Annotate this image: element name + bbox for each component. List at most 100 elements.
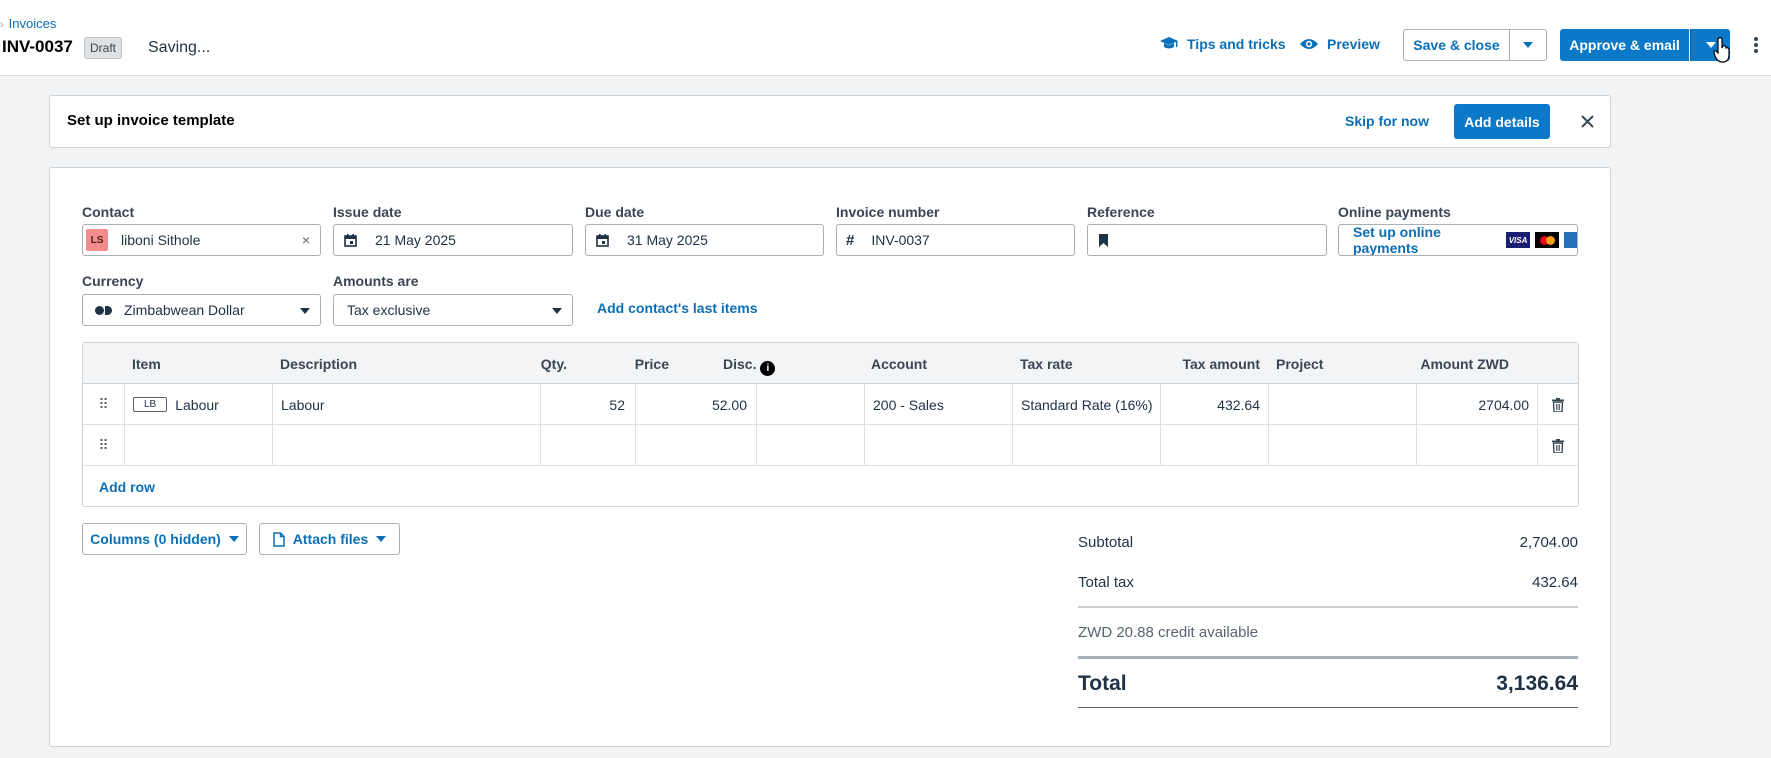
- trash-icon: [1552, 397, 1564, 412]
- account-cell[interactable]: [864, 425, 1012, 466]
- skip-for-now-link[interactable]: Skip for now: [1345, 113, 1429, 129]
- account-cell[interactable]: 200 - Sales: [864, 384, 1012, 425]
- banner-title: Set up invoice template: [67, 112, 235, 129]
- add-last-items-link[interactable]: Add contact's last items: [597, 300, 757, 316]
- columns-button[interactable]: Columns (0 hidden): [82, 523, 247, 555]
- currency-label: Currency: [82, 273, 144, 289]
- delete-row-button[interactable]: [1537, 425, 1578, 466]
- breadcrumb-invoices[interactable]: Invoices: [9, 16, 57, 31]
- visa-icon: VISA: [1506, 232, 1531, 248]
- amount-cell[interactable]: 2704.00: [1416, 384, 1537, 425]
- description-cell[interactable]: [272, 425, 540, 466]
- line-items-table: Item Description Qty. Price Disc. i Acco…: [82, 342, 1579, 507]
- total-value: 3,136.64: [1496, 672, 1578, 695]
- preview-label: Preview: [1327, 36, 1380, 52]
- currency-value: Zimbabwean Dollar: [124, 302, 245, 318]
- file-icon: [273, 531, 285, 547]
- contact-field[interactable]: LS liboni Sithole ×: [82, 224, 321, 256]
- col-account: Account: [871, 356, 927, 372]
- chevron-down-icon: [300, 308, 310, 314]
- graduation-cap-icon: [1160, 37, 1178, 49]
- hash-icon: #: [846, 231, 855, 249]
- attach-files-button[interactable]: Attach files: [259, 523, 400, 555]
- online-payments-field[interactable]: Set up online payments VISA: [1338, 224, 1578, 256]
- preview-link[interactable]: Preview: [1299, 36, 1380, 52]
- reference-field[interactable]: [1087, 224, 1327, 256]
- credit-available: ZWD 20.88 credit available: [1078, 624, 1259, 641]
- trash-icon: [1552, 438, 1564, 453]
- saving-status: Saving...: [148, 39, 211, 56]
- col-item: Item: [132, 356, 161, 372]
- description-cell[interactable]: Labour: [272, 384, 540, 425]
- delete-row-button[interactable]: [1537, 384, 1578, 425]
- qty-cell[interactable]: [540, 425, 635, 466]
- tax-rate-cell[interactable]: Standard Rate (16%): [1012, 384, 1160, 425]
- disc-cell[interactable]: [756, 425, 864, 466]
- item-cell[interactable]: [124, 425, 272, 466]
- chevron-down-icon: [1523, 42, 1533, 48]
- item-code: LB: [133, 397, 168, 412]
- amount-cell[interactable]: [1416, 425, 1537, 466]
- page-title: INV-0037: [2, 37, 73, 56]
- issue-date-field[interactable]: 21 May 2025: [333, 224, 573, 256]
- chevron-down-icon: [228, 536, 239, 542]
- setup-online-payments-link[interactable]: Set up online payments: [1353, 225, 1498, 255]
- qty-cell[interactable]: 52: [540, 384, 635, 425]
- subtotal-row: Subtotal 2,704.00: [1078, 534, 1578, 551]
- close-icon[interactable]: [1581, 115, 1594, 128]
- drag-handle-icon[interactable]: ⠿: [83, 425, 124, 466]
- currency-select[interactable]: Zimbabwean Dollar: [82, 294, 321, 326]
- amex-icon: [1564, 232, 1577, 248]
- chevron-right-icon: ›: [0, 19, 4, 31]
- disc-cell[interactable]: [756, 384, 864, 425]
- info-icon[interactable]: i: [760, 361, 776, 376]
- total-label: Total: [1078, 672, 1127, 695]
- col-disc-label: Disc.: [723, 356, 757, 372]
- amounts-are-value: Tax exclusive: [347, 302, 431, 318]
- tips-link[interactable]: Tips and tricks: [1159, 36, 1286, 52]
- due-date-value: 31 May 2025: [627, 232, 708, 248]
- add-row-link[interactable]: Add row: [99, 479, 155, 495]
- grand-total-row: Total 3,136.64: [1078, 672, 1578, 696]
- table-row: ⠿ LB Labour Labour 52 52.00 200 - Sales …: [83, 384, 1578, 425]
- reference-label: Reference: [1087, 204, 1155, 220]
- add-details-button[interactable]: Add details: [1454, 104, 1550, 139]
- table-row: ⠿: [83, 425, 1578, 466]
- item-name: Labour: [175, 396, 219, 413]
- due-date-field[interactable]: 31 May 2025: [585, 224, 824, 256]
- drag-handle-icon[interactable]: ⠿: [83, 384, 124, 425]
- calendar-icon: [596, 233, 609, 247]
- tax-amount-cell[interactable]: 432.64: [1160, 384, 1268, 425]
- col-disc: Disc. i: [723, 356, 776, 376]
- col-tax-rate: Tax rate: [1020, 356, 1073, 372]
- subtotal-label: Subtotal: [1078, 534, 1134, 551]
- approve-email-button[interactable]: Approve & email: [1560, 29, 1689, 61]
- amounts-are-label: Amounts are: [333, 273, 419, 289]
- invoice-number-value: INV-0037: [871, 232, 930, 248]
- item-cell[interactable]: LB Labour: [124, 384, 272, 425]
- breadcrumb[interactable]: › Invoices: [0, 16, 56, 31]
- price-cell[interactable]: [635, 425, 756, 466]
- calendar-icon: [344, 233, 357, 247]
- invoice-number-label: Invoice number: [836, 204, 940, 220]
- more-options-icon[interactable]: [1754, 37, 1760, 53]
- top-bar: › Invoices INV-0037 Draft Saving... Tips …: [0, 0, 1771, 76]
- tax-rate-cell[interactable]: [1012, 425, 1160, 466]
- project-cell[interactable]: [1268, 384, 1416, 425]
- col-qty: Qty.: [540, 356, 567, 372]
- clear-icon[interactable]: ×: [302, 232, 310, 248]
- bookmark-icon: [1099, 233, 1108, 247]
- invoice-number-field[interactable]: # INV-0037: [836, 224, 1075, 256]
- issue-date-value: 21 May 2025: [375, 232, 456, 248]
- col-price: Price: [634, 356, 669, 372]
- save-options-button[interactable]: [1509, 29, 1547, 61]
- project-cell[interactable]: [1268, 425, 1416, 466]
- eye-icon: [1300, 39, 1318, 49]
- chevron-down-icon: [552, 308, 562, 314]
- price-cell[interactable]: 52.00: [635, 384, 756, 425]
- divider: [1078, 707, 1578, 708]
- tax-amount-cell[interactable]: [1160, 425, 1268, 466]
- divider: [1078, 606, 1578, 608]
- save-close-button[interactable]: Save & close: [1403, 29, 1510, 61]
- amounts-are-select[interactable]: Tax exclusive: [333, 294, 573, 326]
